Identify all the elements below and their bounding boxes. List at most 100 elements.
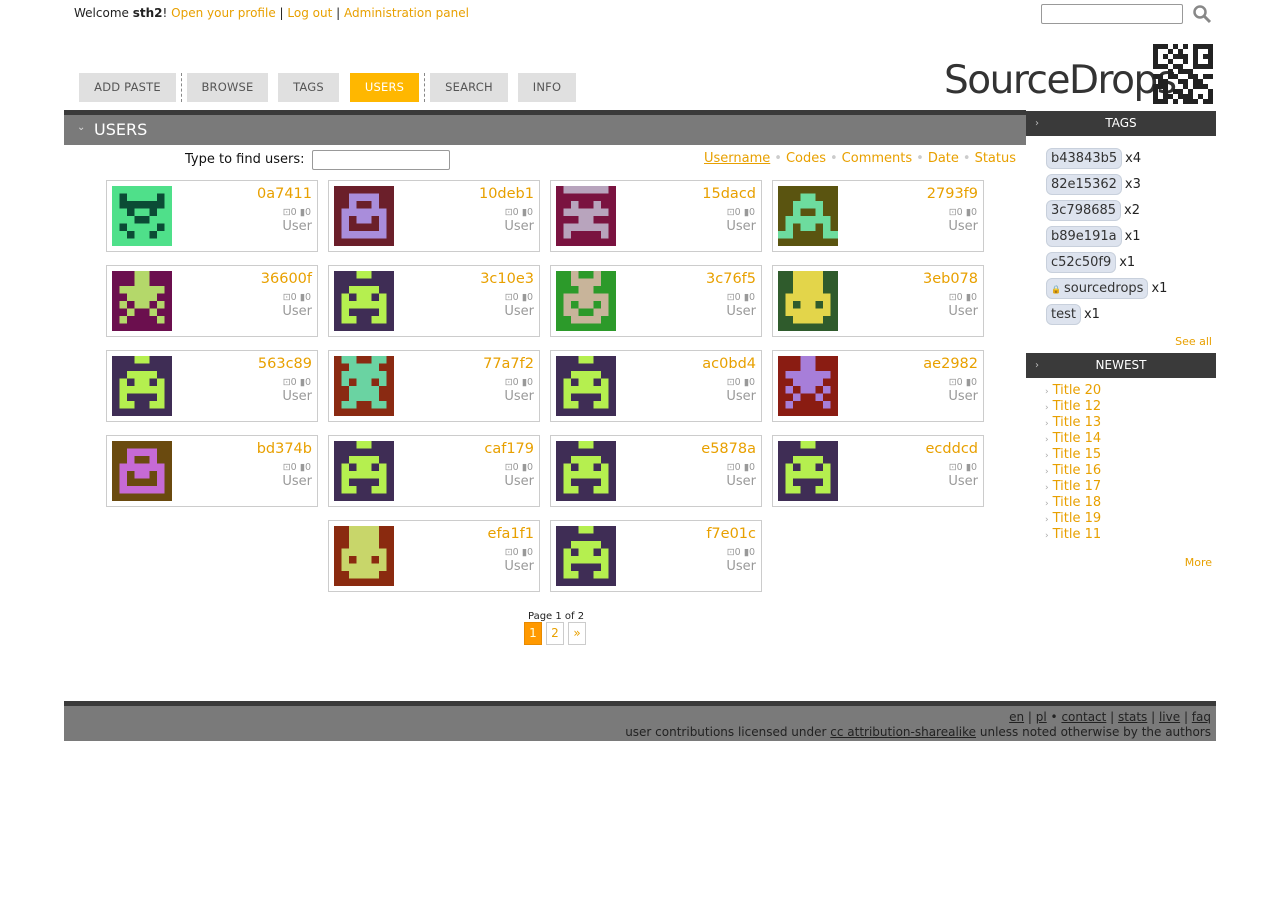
live-link[interactable]: live <box>1159 710 1180 724</box>
user-avatar[interactable] <box>112 186 172 246</box>
user-card[interactable]: e5878a ⊡0 ▮0 User <box>550 435 762 507</box>
user-avatar[interactable] <box>334 186 394 246</box>
admin-panel-link[interactable]: Administration panel <box>344 6 469 20</box>
username-link[interactable]: 15dacd <box>702 186 756 202</box>
newest-title-link[interactable]: Title 17 <box>1053 479 1102 494</box>
site-logo[interactable]: SourceDrops <box>944 58 1177 103</box>
newest-item[interactable]: › Title 14 <box>1045 431 1101 446</box>
sort-username[interactable]: Username <box>704 151 770 166</box>
nav-search[interactable]: SEARCH <box>430 73 508 102</box>
user-card[interactable]: 15dacd ⊡0 ▮0 User <box>550 180 762 252</box>
user-avatar[interactable] <box>778 356 838 416</box>
user-card[interactable]: 36600f ⊡0 ▮0 User <box>106 265 318 337</box>
user-avatar[interactable] <box>334 441 394 501</box>
username-link[interactable]: efa1f1 <box>488 526 534 542</box>
user-card[interactable]: 563c89 ⊡0 ▮0 User <box>106 350 318 422</box>
see-all-tags-link[interactable]: See all <box>1175 335 1212 348</box>
username-link[interactable]: 10deb1 <box>479 186 534 202</box>
tag-pill[interactable]: test <box>1046 304 1081 325</box>
user-avatar[interactable] <box>556 186 616 246</box>
tag-pill[interactable]: c52c50f9 <box>1046 252 1117 273</box>
username-link[interactable]: 3c76f5 <box>706 271 756 287</box>
nav-info[interactable]: INFO <box>518 73 576 102</box>
user-avatar[interactable] <box>334 271 394 331</box>
tag-pill[interactable]: 🔒 sourcedrops <box>1046 278 1149 299</box>
stats-link[interactable]: stats <box>1118 710 1147 724</box>
username-link[interactable]: 0a7411 <box>257 186 312 202</box>
newest-title-link[interactable]: Title 18 <box>1053 495 1102 510</box>
user-card[interactable]: 77a7f2 ⊡0 ▮0 User <box>328 350 540 422</box>
user-card[interactable]: ac0bd4 ⊡0 ▮0 User <box>550 350 762 422</box>
username-link[interactable]: 3eb078 <box>923 271 978 287</box>
newest-title-link[interactable]: Title 20 <box>1053 383 1102 398</box>
lang-en-link[interactable]: en <box>1009 710 1024 724</box>
user-card[interactable]: caf179 ⊡0 ▮0 User <box>328 435 540 507</box>
user-card[interactable]: efa1f1 ⊡0 ▮0 User <box>328 520 540 592</box>
newest-item[interactable]: › Title 13 <box>1045 415 1101 430</box>
user-avatar[interactable] <box>112 271 172 331</box>
user-card[interactable]: 10deb1 ⊡0 ▮0 User <box>328 180 540 252</box>
newest-item[interactable]: › Title 19 <box>1045 511 1101 526</box>
user-avatar[interactable] <box>778 186 838 246</box>
page-1-button[interactable]: 1 <box>524 622 542 645</box>
user-avatar[interactable] <box>556 441 616 501</box>
newest-title-link[interactable]: Title 15 <box>1053 447 1102 462</box>
user-card[interactable]: ae2982 ⊡0 ▮0 User <box>772 350 984 422</box>
user-card[interactable]: 3c76f5 ⊡0 ▮0 User <box>550 265 762 337</box>
user-card[interactable]: bd374b ⊡0 ▮0 User <box>106 435 318 507</box>
next-page-button[interactable]: » <box>568 622 586 645</box>
search-icon[interactable] <box>1192 4 1212 24</box>
sort-comments[interactable]: Comments <box>842 151 912 166</box>
license-link[interactable]: cc attribution-sharealike <box>830 725 976 739</box>
nav-add-paste[interactable]: ADD PASTE <box>79 73 176 102</box>
tag-pill[interactable]: 3c798685 <box>1046 200 1122 221</box>
username-link[interactable]: 77a7f2 <box>483 356 534 372</box>
user-avatar[interactable] <box>112 441 172 501</box>
user-avatar[interactable] <box>112 356 172 416</box>
user-card[interactable]: 3c10e3 ⊡0 ▮0 User <box>328 265 540 337</box>
username-link[interactable]: bd374b <box>257 441 312 457</box>
newest-title-link[interactable]: Title 11 <box>1053 527 1102 542</box>
more-newest-link[interactable]: More <box>1185 556 1212 569</box>
newest-item[interactable]: › Title 15 <box>1045 447 1101 462</box>
lang-pl-link[interactable]: pl <box>1036 710 1047 724</box>
site-search-input[interactable] <box>1041 4 1183 24</box>
newest-item[interactable]: › Title 20 <box>1045 383 1101 398</box>
username-link[interactable]: caf179 <box>484 441 534 457</box>
username-link[interactable]: 36600f <box>261 271 312 287</box>
newest-title-link[interactable]: Title 12 <box>1053 399 1102 414</box>
username-link[interactable]: ae2982 <box>923 356 978 372</box>
username-link[interactable]: 563c89 <box>258 356 312 372</box>
username-link[interactable]: f7e01c <box>706 526 756 542</box>
open-profile-link[interactable]: Open your profile <box>171 6 276 20</box>
user-avatar[interactable] <box>778 441 838 501</box>
username-link[interactable]: ecddcd <box>926 441 978 457</box>
newest-title-link[interactable]: Title 16 <box>1053 463 1102 478</box>
username-link[interactable]: ac0bd4 <box>702 356 756 372</box>
user-card[interactable]: 3eb078 ⊡0 ▮0 User <box>772 265 984 337</box>
newest-item[interactable]: › Title 11 <box>1045 527 1101 542</box>
nav-users[interactable]: USERS <box>350 73 419 102</box>
newest-item[interactable]: › Title 17 <box>1045 479 1101 494</box>
username-link[interactable]: e5878a <box>701 441 756 457</box>
faq-link[interactable]: faq <box>1192 710 1211 724</box>
newest-item[interactable]: › Title 12 <box>1045 399 1101 414</box>
user-card[interactable]: 0a7411 ⊡0 ▮0 User <box>106 180 318 252</box>
newest-title-link[interactable]: Title 19 <box>1053 511 1102 526</box>
user-avatar[interactable] <box>556 526 616 586</box>
newest-item[interactable]: › Title 18 <box>1045 495 1101 510</box>
sort-status[interactable]: Status <box>975 151 1016 166</box>
user-card[interactable]: 2793f9 ⊡0 ▮0 User <box>772 180 984 252</box>
logout-link[interactable]: Log out <box>287 6 332 20</box>
tag-pill[interactable]: 82e15362 <box>1046 174 1122 195</box>
username-link[interactable]: 3c10e3 <box>480 271 534 287</box>
newest-title-link[interactable]: Title 13 <box>1053 415 1102 430</box>
contact-link[interactable]: contact <box>1061 710 1106 724</box>
page-2-button[interactable]: 2 <box>546 622 564 645</box>
user-card[interactable]: f7e01c ⊡0 ▮0 User <box>550 520 762 592</box>
user-avatar[interactable] <box>556 356 616 416</box>
user-avatar[interactable] <box>778 271 838 331</box>
sort-codes[interactable]: Codes <box>786 151 826 166</box>
username-link[interactable]: 2793f9 <box>927 186 978 202</box>
nav-tags[interactable]: TAGS <box>278 73 339 102</box>
